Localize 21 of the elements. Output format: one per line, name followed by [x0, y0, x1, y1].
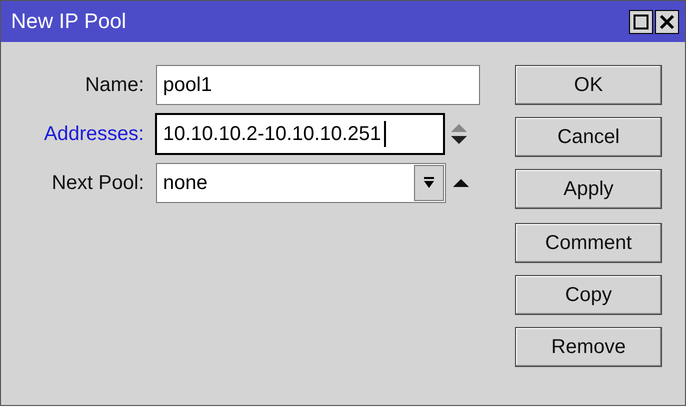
- dropdown-arrow-icon: [423, 176, 435, 190]
- maximize-icon: [633, 14, 649, 30]
- dialog-button[interactable]: OK: [515, 65, 662, 105]
- field-label: Addresses:: [42, 122, 145, 147]
- up-arrow-icon[interactable]: [452, 178, 470, 188]
- dialog-button[interactable]: Remove: [515, 327, 662, 367]
- field-label: Next Pool:: [50, 171, 145, 196]
- dialog-button[interactable]: Comment: [515, 223, 662, 263]
- dialog-button[interactable]: Apply: [515, 169, 662, 209]
- dialog-button[interactable]: Cancel: [515, 117, 662, 157]
- dropdown-button[interactable]: [414, 165, 444, 201]
- close-icon: [659, 14, 675, 30]
- close-button[interactable]: [655, 10, 679, 34]
- maximize-button[interactable]: [629, 10, 653, 34]
- up-down-arrows-icon[interactable]: [450, 123, 468, 145]
- input-field[interactable]: 10.10.10.2-10.10.10.251: [156, 114, 444, 154]
- window-title: New IP Pool: [11, 8, 126, 35]
- field-label: Name:: [84, 73, 145, 98]
- dialog-button[interactable]: Copy: [515, 275, 662, 315]
- input-field[interactable]: pool1: [156, 65, 480, 105]
- dropdown-field[interactable]: none: [156, 163, 446, 203]
